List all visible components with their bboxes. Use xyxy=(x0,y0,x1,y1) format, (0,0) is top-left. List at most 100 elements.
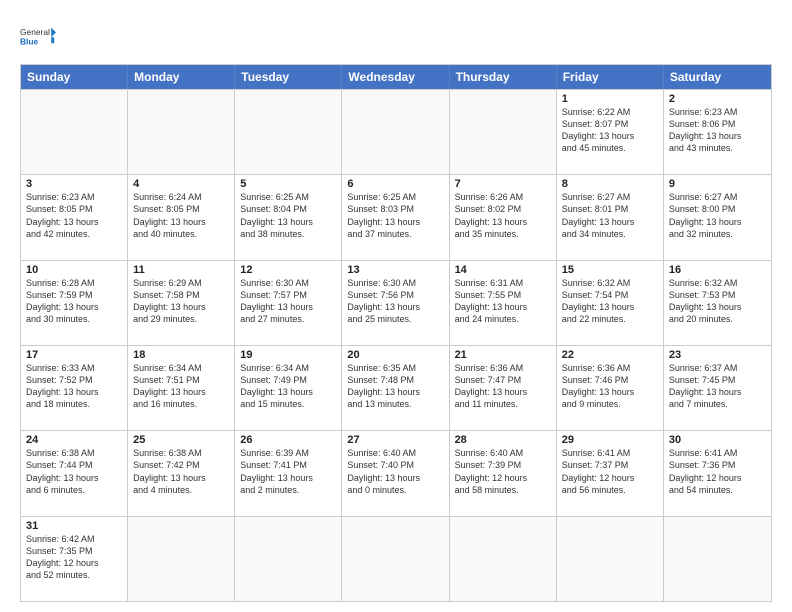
header-day-wednesday: Wednesday xyxy=(342,65,449,89)
day-number: 7 xyxy=(455,178,551,190)
day-info: Sunrise: 6:24 AM Sunset: 8:05 PM Dayligh… xyxy=(133,191,229,240)
calendar-cell: 29Sunrise: 6:41 AM Sunset: 7:37 PM Dayli… xyxy=(557,431,664,515)
calendar-cell: 7Sunrise: 6:26 AM Sunset: 8:02 PM Daylig… xyxy=(450,175,557,259)
day-number: 20 xyxy=(347,349,443,361)
day-number: 18 xyxy=(133,349,229,361)
calendar-cell xyxy=(235,90,342,174)
header-day-friday: Friday xyxy=(557,65,664,89)
day-number: 25 xyxy=(133,434,229,446)
calendar-cell: 31Sunrise: 6:42 AM Sunset: 7:35 PM Dayli… xyxy=(21,517,128,601)
day-info: Sunrise: 6:35 AM Sunset: 7:48 PM Dayligh… xyxy=(347,362,443,411)
day-number: 11 xyxy=(133,264,229,276)
calendar-cell: 25Sunrise: 6:38 AM Sunset: 7:42 PM Dayli… xyxy=(128,431,235,515)
day-number: 23 xyxy=(669,349,766,361)
day-info: Sunrise: 6:27 AM Sunset: 8:00 PM Dayligh… xyxy=(669,191,766,240)
calendar-cell: 1Sunrise: 6:22 AM Sunset: 8:07 PM Daylig… xyxy=(557,90,664,174)
calendar-cell: 27Sunrise: 6:40 AM Sunset: 7:40 PM Dayli… xyxy=(342,431,449,515)
day-info: Sunrise: 6:25 AM Sunset: 8:03 PM Dayligh… xyxy=(347,191,443,240)
day-info: Sunrise: 6:27 AM Sunset: 8:01 PM Dayligh… xyxy=(562,191,658,240)
calendar-cell: 20Sunrise: 6:35 AM Sunset: 7:48 PM Dayli… xyxy=(342,346,449,430)
calendar-cell xyxy=(557,517,664,601)
day-number: 9 xyxy=(669,178,766,190)
day-info: Sunrise: 6:32 AM Sunset: 7:53 PM Dayligh… xyxy=(669,277,766,326)
day-info: Sunrise: 6:25 AM Sunset: 8:04 PM Dayligh… xyxy=(240,191,336,240)
day-info: Sunrise: 6:36 AM Sunset: 7:46 PM Dayligh… xyxy=(562,362,658,411)
day-info: Sunrise: 6:23 AM Sunset: 8:06 PM Dayligh… xyxy=(669,106,766,155)
day-info: Sunrise: 6:22 AM Sunset: 8:07 PM Dayligh… xyxy=(562,106,658,155)
header-day-tuesday: Tuesday xyxy=(235,65,342,89)
calendar-cell: 3Sunrise: 6:23 AM Sunset: 8:05 PM Daylig… xyxy=(21,175,128,259)
day-number: 12 xyxy=(240,264,336,276)
header-day-thursday: Thursday xyxy=(450,65,557,89)
day-number: 15 xyxy=(562,264,658,276)
calendar-cell xyxy=(342,517,449,601)
calendar-cell xyxy=(450,517,557,601)
day-info: Sunrise: 6:26 AM Sunset: 8:02 PM Dayligh… xyxy=(455,191,551,240)
calendar-cell: 19Sunrise: 6:34 AM Sunset: 7:49 PM Dayli… xyxy=(235,346,342,430)
calendar-cell: 14Sunrise: 6:31 AM Sunset: 7:55 PM Dayli… xyxy=(450,261,557,345)
day-number: 8 xyxy=(562,178,658,190)
calendar-cell: 30Sunrise: 6:41 AM Sunset: 7:36 PM Dayli… xyxy=(664,431,771,515)
calendar-cell: 13Sunrise: 6:30 AM Sunset: 7:56 PM Dayli… xyxy=(342,261,449,345)
calendar: SundayMondayTuesdayWednesdayThursdayFrid… xyxy=(20,64,772,602)
day-number: 2 xyxy=(669,93,766,105)
day-info: Sunrise: 6:41 AM Sunset: 7:36 PM Dayligh… xyxy=(669,447,766,496)
calendar-cell: 2Sunrise: 6:23 AM Sunset: 8:06 PM Daylig… xyxy=(664,90,771,174)
day-number: 26 xyxy=(240,434,336,446)
day-number: 22 xyxy=(562,349,658,361)
page: General Blue SundayMondayTuesdayWednesda… xyxy=(0,0,792,612)
calendar-week-5: 24Sunrise: 6:38 AM Sunset: 7:44 PM Dayli… xyxy=(21,430,771,515)
day-info: Sunrise: 6:38 AM Sunset: 7:44 PM Dayligh… xyxy=(26,447,122,496)
calendar-week-6: 31Sunrise: 6:42 AM Sunset: 7:35 PM Dayli… xyxy=(21,516,771,601)
day-number: 28 xyxy=(455,434,551,446)
day-number: 6 xyxy=(347,178,443,190)
calendar-cell: 9Sunrise: 6:27 AM Sunset: 8:00 PM Daylig… xyxy=(664,175,771,259)
calendar-cell xyxy=(450,90,557,174)
calendar-header: SundayMondayTuesdayWednesdayThursdayFrid… xyxy=(21,65,771,89)
calendar-cell: 5Sunrise: 6:25 AM Sunset: 8:04 PM Daylig… xyxy=(235,175,342,259)
calendar-cell: 8Sunrise: 6:27 AM Sunset: 8:01 PM Daylig… xyxy=(557,175,664,259)
header: General Blue xyxy=(20,18,772,54)
day-number: 3 xyxy=(26,178,122,190)
day-info: Sunrise: 6:38 AM Sunset: 7:42 PM Dayligh… xyxy=(133,447,229,496)
calendar-cell: 4Sunrise: 6:24 AM Sunset: 8:05 PM Daylig… xyxy=(128,175,235,259)
day-info: Sunrise: 6:30 AM Sunset: 7:56 PM Dayligh… xyxy=(347,277,443,326)
calendar-cell: 22Sunrise: 6:36 AM Sunset: 7:46 PM Dayli… xyxy=(557,346,664,430)
day-number: 27 xyxy=(347,434,443,446)
calendar-cell: 21Sunrise: 6:36 AM Sunset: 7:47 PM Dayli… xyxy=(450,346,557,430)
day-number: 30 xyxy=(669,434,766,446)
calendar-cell: 15Sunrise: 6:32 AM Sunset: 7:54 PM Dayli… xyxy=(557,261,664,345)
calendar-week-1: 1Sunrise: 6:22 AM Sunset: 8:07 PM Daylig… xyxy=(21,89,771,174)
day-info: Sunrise: 6:42 AM Sunset: 7:35 PM Dayligh… xyxy=(26,533,122,582)
calendar-cell: 16Sunrise: 6:32 AM Sunset: 7:53 PM Dayli… xyxy=(664,261,771,345)
calendar-cell xyxy=(128,90,235,174)
calendar-cell: 12Sunrise: 6:30 AM Sunset: 7:57 PM Dayli… xyxy=(235,261,342,345)
day-number: 29 xyxy=(562,434,658,446)
day-info: Sunrise: 6:36 AM Sunset: 7:47 PM Dayligh… xyxy=(455,362,551,411)
day-info: Sunrise: 6:41 AM Sunset: 7:37 PM Dayligh… xyxy=(562,447,658,496)
calendar-week-4: 17Sunrise: 6:33 AM Sunset: 7:52 PM Dayli… xyxy=(21,345,771,430)
calendar-cell xyxy=(21,90,128,174)
calendar-week-3: 10Sunrise: 6:28 AM Sunset: 7:59 PM Dayli… xyxy=(21,260,771,345)
calendar-body: 1Sunrise: 6:22 AM Sunset: 8:07 PM Daylig… xyxy=(21,89,771,601)
calendar-cell: 23Sunrise: 6:37 AM Sunset: 7:45 PM Dayli… xyxy=(664,346,771,430)
calendar-cell: 6Sunrise: 6:25 AM Sunset: 8:03 PM Daylig… xyxy=(342,175,449,259)
day-number: 17 xyxy=(26,349,122,361)
day-number: 13 xyxy=(347,264,443,276)
day-number: 21 xyxy=(455,349,551,361)
day-number: 14 xyxy=(455,264,551,276)
header-day-monday: Monday xyxy=(128,65,235,89)
day-info: Sunrise: 6:29 AM Sunset: 7:58 PM Dayligh… xyxy=(133,277,229,326)
day-info: Sunrise: 6:40 AM Sunset: 7:40 PM Dayligh… xyxy=(347,447,443,496)
day-number: 31 xyxy=(26,520,122,532)
day-info: Sunrise: 6:30 AM Sunset: 7:57 PM Dayligh… xyxy=(240,277,336,326)
calendar-cell: 24Sunrise: 6:38 AM Sunset: 7:44 PM Dayli… xyxy=(21,431,128,515)
day-number: 24 xyxy=(26,434,122,446)
svg-text:General: General xyxy=(20,27,50,37)
header-day-saturday: Saturday xyxy=(664,65,771,89)
day-info: Sunrise: 6:33 AM Sunset: 7:52 PM Dayligh… xyxy=(26,362,122,411)
calendar-cell: 28Sunrise: 6:40 AM Sunset: 7:39 PM Dayli… xyxy=(450,431,557,515)
calendar-cell xyxy=(235,517,342,601)
calendar-cell: 10Sunrise: 6:28 AM Sunset: 7:59 PM Dayli… xyxy=(21,261,128,345)
day-info: Sunrise: 6:28 AM Sunset: 7:59 PM Dayligh… xyxy=(26,277,122,326)
